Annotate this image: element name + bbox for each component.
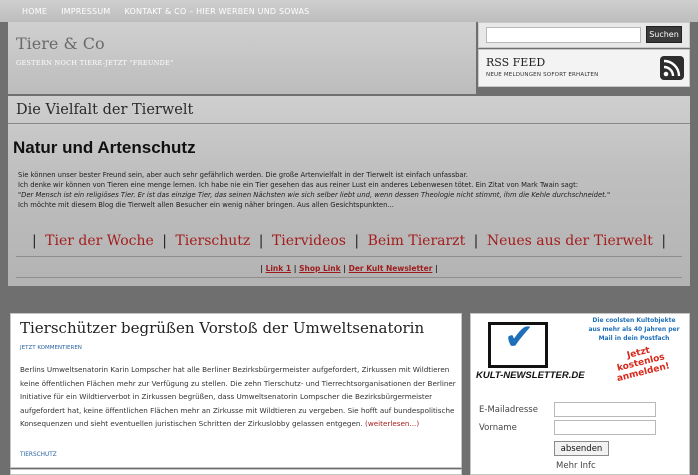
site-title[interactable]: Tiere & Co: [16, 34, 105, 53]
rss-panel[interactable]: RSS FEED NEUE MELDUNGEN SOFORT ERHALTEN: [478, 49, 690, 87]
next-post: [10, 469, 462, 475]
checkmark-icon: ✔: [504, 317, 535, 358]
site-header: Tiere & Co GESTERN NOCH TIERE-JETZT "FRE…: [8, 22, 476, 94]
top-navigation: HOME IMPRESSUM KONTAKT & CO – HIER WERBE…: [0, 0, 698, 22]
banner-title-box: Die Vielfalt der Tierwelt: [8, 98, 690, 124]
nav-impressum-link[interactable]: IMPRESSUM: [61, 7, 110, 16]
post-title[interactable]: Tierschützer begrüßen Vorstoß der Umwelt…: [20, 319, 424, 337]
newsletter-banner[interactable]: ✔ KULT-NEWSLETTER.DE Die coolsten Kultob…: [476, 316, 684, 398]
read-more-link[interactable]: (weiterlesen...): [365, 419, 419, 428]
search-input[interactable]: [486, 27, 641, 43]
nav-tiervideos[interactable]: Tiervideos: [272, 233, 346, 249]
banner-promo-text: Die coolsten Kultobjekte aus mehr als 40…: [588, 317, 680, 342]
banner-badge: Jetzt kostenlos anmelden!: [615, 345, 671, 385]
nav-tierschutz[interactable]: Tierschutz: [175, 233, 250, 249]
post-tag[interactable]: TIERSCHUTZ: [20, 452, 57, 458]
link-1[interactable]: Link 1: [266, 264, 292, 273]
shop-link[interactable]: Shop Link: [299, 264, 341, 273]
divider: [16, 256, 682, 257]
banner-heading: Natur und Artenschutz: [13, 138, 196, 157]
main-banner: Die Vielfalt der Tierwelt Natur und Arte…: [8, 96, 690, 286]
rss-icon[interactable]: [660, 56, 684, 80]
banner-line-1: Sie können unser bester Freund sein, abe…: [18, 171, 468, 179]
site-tagline: GESTERN NOCH TIERE-JETZT "FREUNDE": [16, 59, 174, 67]
newsletter-logo: KULT-NEWSLETTER.DE: [476, 370, 585, 381]
nav-tier-der-woche[interactable]: Tier der Woche: [45, 233, 154, 249]
post-body: Berlins Umweltsenatorin Karin Lompscher …: [20, 363, 456, 431]
name-field[interactable]: [554, 420, 656, 435]
banner-text: Sie können unser bester Freund sein, abe…: [18, 170, 678, 210]
newsletter-widget: ✔ KULT-NEWSLETTER.DE Die coolsten Kultob…: [470, 313, 690, 475]
link-navigation: | Link 1 | Shop Link | Der Kult Newslett…: [260, 264, 438, 273]
search-panel: Suchen: [478, 22, 690, 48]
submit-button[interactable]: absenden: [554, 441, 609, 456]
newsletter-link[interactable]: Der Kult Newsletter: [349, 264, 433, 273]
email-label: E-Mailadresse: [479, 405, 538, 415]
email-field[interactable]: [554, 402, 656, 417]
post: Tierschützer begrüßen Vorstoß der Umwelt…: [10, 313, 462, 468]
banner-quote: "Der Mensch ist ein religiöses Tier. Er …: [18, 191, 611, 199]
post-comment-link[interactable]: JETZT KOMMENTIEREN: [20, 345, 82, 351]
banner-title: Die Vielfalt der Tierwelt: [16, 102, 194, 118]
more-info-link[interactable]: Mehr Infc: [556, 461, 596, 471]
name-label: Vorname: [479, 423, 517, 433]
page: HOME IMPRESSUM KONTAKT & CO – HIER WERBE…: [0, 0, 698, 475]
rss-title[interactable]: RSS FEED: [486, 56, 545, 69]
nav-beim-tierarzt[interactable]: Beim Tierarzt: [368, 233, 466, 249]
nav-kontakt-link[interactable]: KONTAKT & CO – HIER WERBEN UND SOWAS: [125, 7, 310, 16]
banner-closing: Ich möchte mit diesem Blog die Tierwelt …: [18, 201, 394, 209]
nav-neues-aus-der-tierwelt[interactable]: Neues aus der Tierwelt: [487, 233, 653, 249]
banner-line-2: Ich denke wir können von Tieren eine men…: [18, 181, 579, 189]
search-button[interactable]: Suchen: [646, 26, 682, 43]
nav-home-link[interactable]: HOME: [22, 7, 47, 16]
rss-subtitle: NEUE MELDUNGEN SOFORT ERHALTEN: [486, 72, 599, 78]
category-navigation: | Tier der Woche | Tierschutz | Tiervide…: [31, 233, 667, 249]
divider: [16, 277, 682, 278]
